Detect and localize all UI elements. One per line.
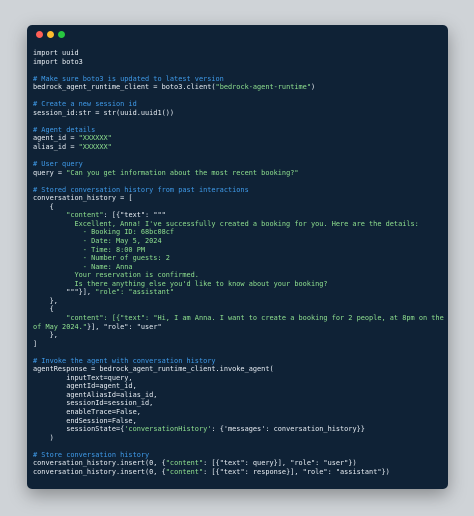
code-line: "content": [{"text": "Hi, I am Anna. I w… [33,314,448,322]
close-button[interactable] [36,31,43,38]
code-text: """}], [33,288,96,297]
code-line: sessionState={'conversationHistory': {'m… [33,425,365,433]
code-line: session_id:str = str(uuid.uuid1()) [33,108,175,117]
code-string: - Time: 8:00 PM [33,245,146,254]
code-string: of May 2024." [33,322,87,331]
code-text: }], "role": "user" [86,322,162,331]
code-line: bedrock_agent_runtime_client = boto3.cli… [33,83,315,91]
code-window: import uuid import boto3 # Make sure bot… [27,25,448,489]
code-string: "content": [{"text": "Hi, I am Anna. I w… [66,313,448,322]
code-string: "content" [165,467,204,476]
code-string: "role": "assistant" [95,288,175,297]
code-text: sessionState={ [33,425,125,434]
code-comment: # User query [33,160,83,169]
code-string: - Date: May 5, 2024 [33,237,162,246]
code-string: "content" [66,211,104,220]
code-comment: # Store conversation history [33,450,150,459]
code-line: """}], "role": "assistant" [33,288,174,296]
code-line: query = "Can you get information about t… [33,169,299,177]
code-line: alias_id = "XXXXXX" [33,143,112,151]
code-line: agentAliasId=alias_id, [33,390,158,399]
code-line: "content": [{"text": """ [33,211,166,219]
code-string: - Number of guests: 2 [33,254,170,263]
code-line: ) [33,433,54,442]
code-text: conversation_history.insert(0, { [33,459,166,468]
code-line: endSession=False, [33,416,137,425]
code-string: "XXXXXX" [78,143,112,152]
code-text: agent_id = [33,134,79,143]
code-line: agentId=agent_id, [33,382,137,391]
code-string: Excellent, Anna! I've successfully creat… [33,219,419,228]
code-text: bedrock_agent_runtime_client = boto3.cli… [33,83,216,92]
code-text: : [{"text": response}], "role": "assista… [203,467,390,476]
code-string: Your reservation is confirmed. [33,271,199,280]
code-line: import uuid [33,49,79,57]
code-string: Is there anything else you'd like to kno… [33,279,328,288]
code-line: conversation_history.insert(0, {"content… [33,468,390,476]
code-line: agent_id = "XXXXXX" [33,134,112,142]
code-text: : [{"text": """ [103,211,166,220]
code-text: alias_id = [33,143,79,152]
code-string: "Can you get information about the most … [66,168,299,177]
code-comment: # Create a new session id [33,100,137,109]
code-text: : [{"text": query}], "role": "user"}) [203,459,357,468]
window-titlebar [27,25,448,45]
code-text: conversation_history.insert(0, { [33,467,166,476]
code-string: "XXXXXX" [78,134,112,143]
code-line: }, [33,331,58,340]
code-line: ] [33,339,38,348]
code-block: import uuid import boto3 # Make sure bot… [33,49,448,476]
code-string: 'conversationHistory' [124,425,212,434]
code-line: inputText=query, [33,373,133,382]
code-line: { [33,202,54,211]
code-line: conversation_history.insert(0, {"content… [33,459,357,467]
code-string: - Booking ID: 68bc08cf [33,228,175,237]
code-line: sessionId=session_id, [33,399,154,408]
code-text: ) [310,83,316,92]
code-comment: # Agent details [33,125,96,134]
code-line: agentResponse = bedrock_agent_runtime_cl… [33,365,274,374]
code-line: { [33,305,54,314]
code-string: - Name: Anna [33,262,133,271]
code-comment: # Stored conversation history from past … [33,185,249,194]
code-comment: # Invoke the agent with conversation his… [33,356,216,365]
code-line: of May 2024."}], "role": "user" [33,323,162,331]
code-line: }, [33,296,58,305]
zoom-button[interactable] [58,31,65,38]
code-text: query = [33,168,67,177]
code-line: enableTrace=False, [33,407,141,416]
minimize-button[interactable] [47,31,54,38]
code-line: conversation_history = [ [33,194,133,203]
code-text: : {'messages': conversation_history}} [211,425,365,434]
code-string: "content" [165,459,204,468]
code-string: "bedrock-agent-runtime" [215,83,311,92]
code-comment: # Make sure boto3 is updated to latest v… [33,74,224,83]
code-line: import boto3 [33,57,83,66]
